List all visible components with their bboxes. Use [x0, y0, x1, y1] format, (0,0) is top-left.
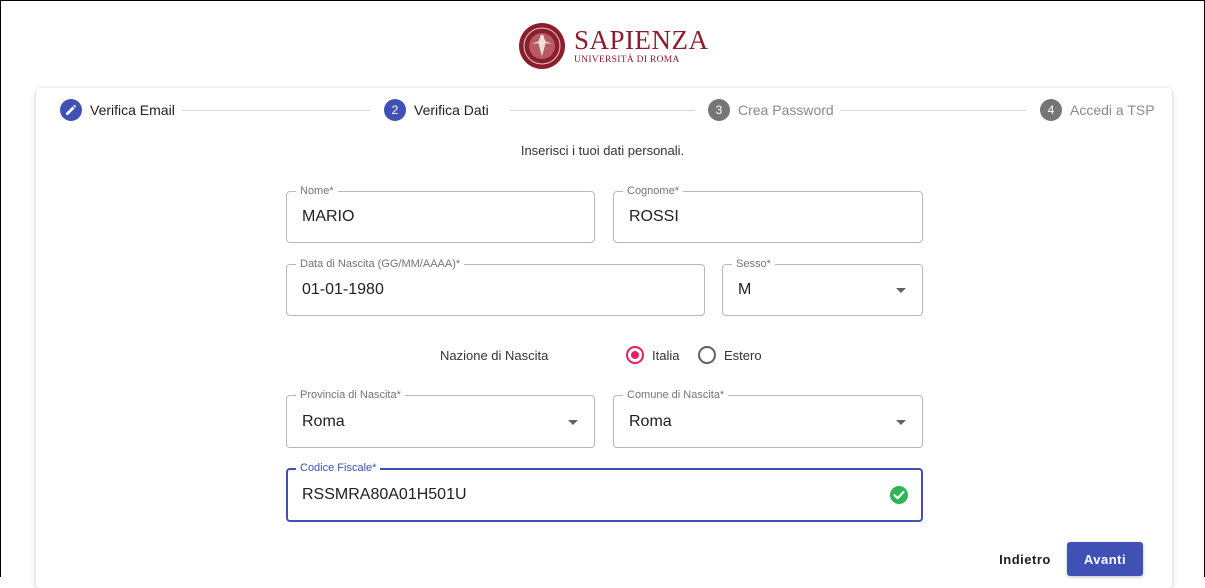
step-connector [840, 110, 1026, 111]
caret-down-icon [568, 419, 578, 425]
radio-label: Estero [724, 347, 762, 363]
nazione-nascita-label: Nazione di Nascita [440, 348, 549, 363]
next-button[interactable]: Avanti [1067, 542, 1143, 576]
sapienza-logo: SAPIENZA UNIVERSITÀ DI ROMA [518, 20, 709, 72]
radio-label: Italia [652, 347, 680, 363]
step-verifica-dati[interactable]: 2 Verifica Dati [384, 98, 489, 122]
sesso-select[interactable]: Sesso* M [722, 257, 923, 316]
step-connector [510, 110, 695, 111]
brand-subtitle: UNIVERSITÀ DI ROMA [574, 54, 680, 65]
step-number: 4 [1040, 99, 1062, 121]
step-label: Accedi a TSP [1070, 102, 1155, 118]
radio-italia[interactable]: Italia [626, 346, 679, 364]
check-circle-icon [890, 486, 908, 504]
comune-select[interactable]: Comune di Nascita* Roma [613, 388, 923, 448]
step-label: Verifica Email [90, 102, 175, 118]
data-nascita-value: 01-01-1980 [302, 281, 384, 298]
radio-checked-icon [626, 346, 644, 364]
codice-fiscale-value: RSSMRA80A01H501U [302, 486, 467, 503]
cognome-field[interactable]: Cognome* ROSSI [613, 184, 923, 243]
codice-fiscale-field[interactable]: Codice Fiscale* RSSMRA80A01H501U [286, 461, 923, 522]
step-crea-password[interactable]: 3 Crea Password [708, 98, 834, 122]
step-label: Verifica Dati [414, 102, 489, 118]
sesso-value: M [738, 281, 752, 298]
provincia-select[interactable]: Provincia di Nascita* Roma [286, 388, 595, 448]
nome-field[interactable]: Nome* MARIO [286, 184, 595, 243]
radio-unchecked-icon [698, 346, 716, 364]
cognome-value: ROSSI [629, 208, 679, 225]
step-number: 2 [384, 99, 406, 121]
caret-down-icon [896, 288, 906, 293]
step-connector [182, 110, 370, 111]
brand-name: SAPIENZA [574, 24, 709, 55]
back-button[interactable]: Indietro [990, 542, 1060, 576]
step-accedi-tsp[interactable]: 4 Accedi a TSP [1040, 98, 1155, 122]
provincia-value: Roma [302, 412, 345, 430]
pencil-icon [60, 99, 82, 121]
caret-down-icon [896, 419, 906, 425]
step-label: Crea Password [738, 102, 834, 118]
data-nascita-field[interactable]: Data di Nascita (GG/MM/AAAA)* 01-01-1980 [286, 257, 705, 316]
radio-estero[interactable]: Estero [698, 346, 762, 364]
comune-value: Roma [629, 412, 672, 430]
step-verifica-email[interactable]: Verifica Email [60, 98, 175, 122]
university-seal-icon [519, 23, 565, 69]
form-intro: Inserisci i tuoi dati personali. [520, 143, 685, 158]
nome-value: MARIO [302, 208, 355, 225]
step-number: 3 [708, 99, 730, 121]
